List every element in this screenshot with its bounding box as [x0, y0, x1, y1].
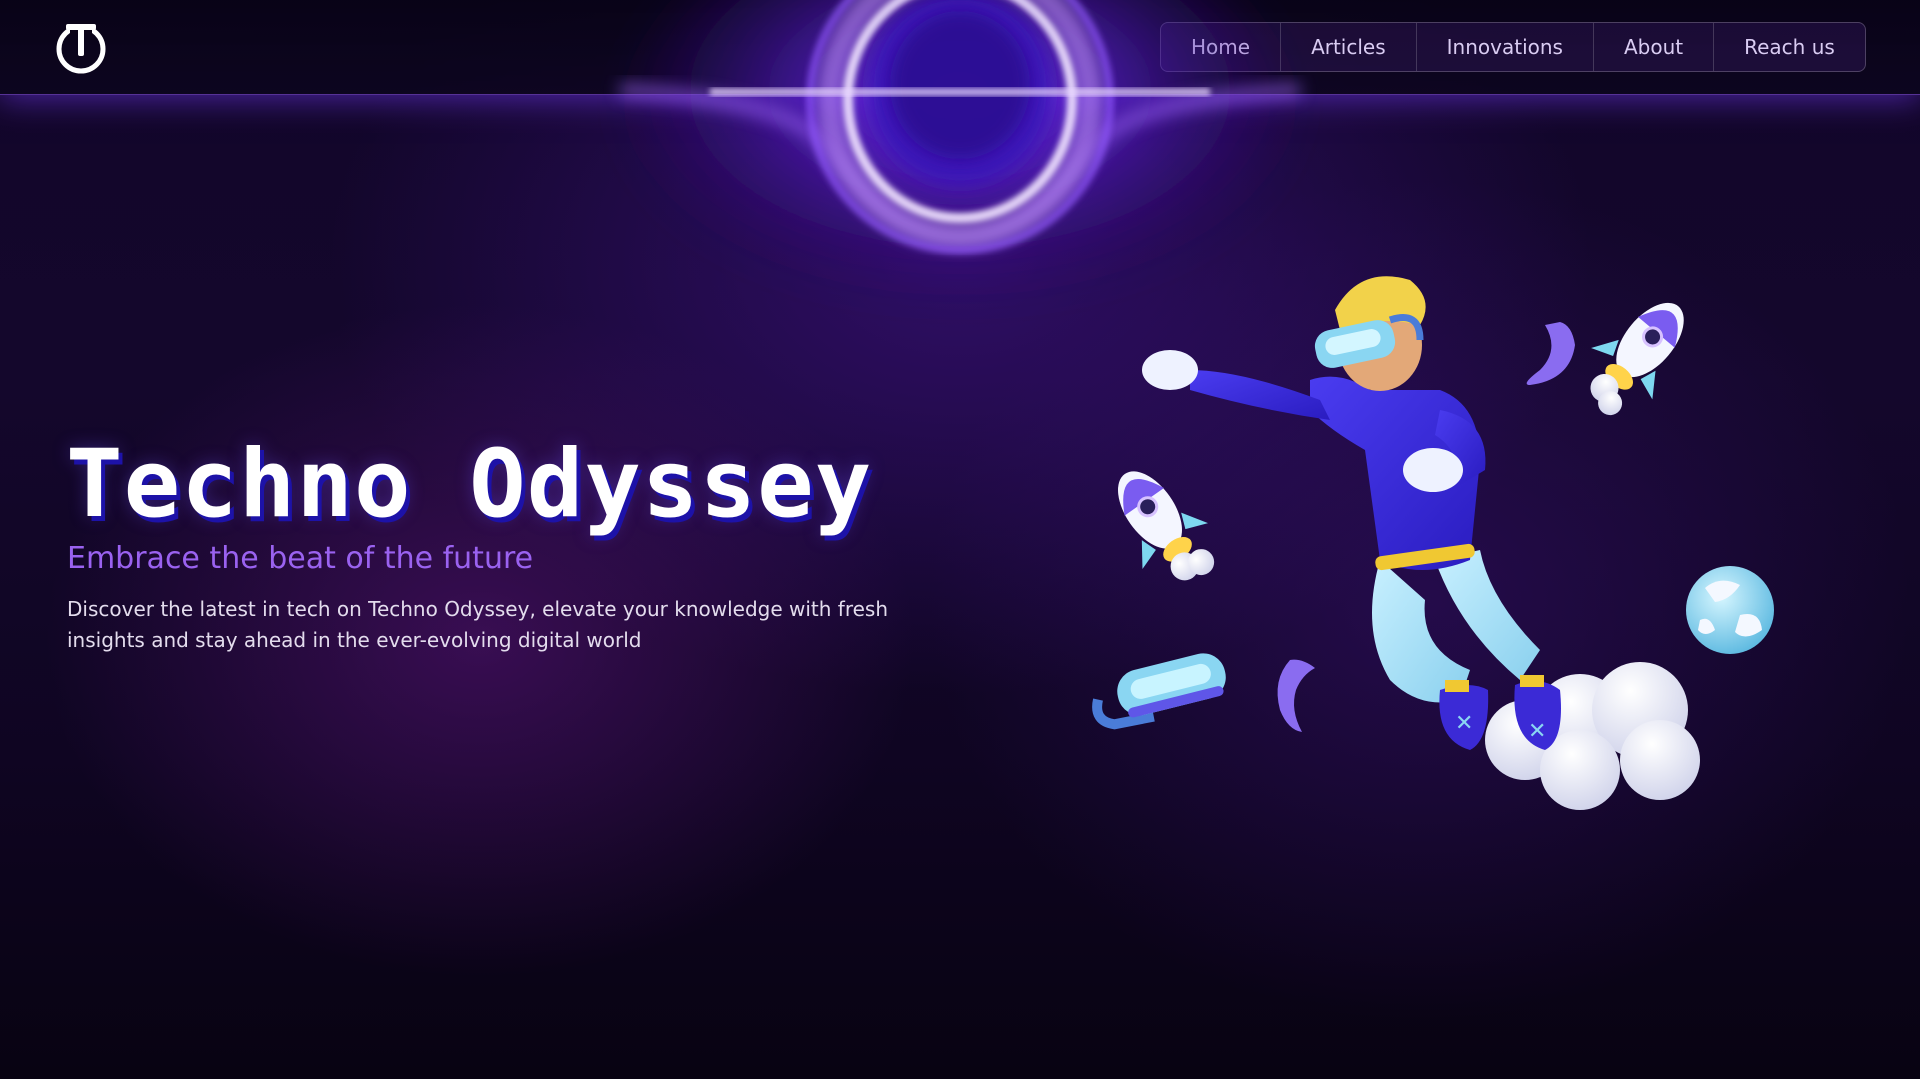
globe-icon [1686, 566, 1774, 654]
crescent-icon-bottom [1277, 659, 1315, 732]
hero-subtitle: Embrace the beat of the future [67, 541, 534, 576]
hero-description: Discover the latest in tech on Techno Od… [67, 597, 889, 652]
vr-headset-icon [1092, 653, 1226, 730]
svg-text:✕: ✕ [1528, 719, 1546, 744]
crescent-icon-top [1526, 322, 1575, 385]
vr-astronaut-flying-illustration: ✕ ✕ [1092, 276, 1774, 810]
nav-home[interactable]: Home [1161, 23, 1282, 71]
rocket-icon-left [1118, 471, 1215, 581]
hero-title: Techno Odyssey [66, 430, 873, 539]
rocket-icon-right [1590, 302, 1684, 416]
site-header: Home Articles Innovations About Reach us [0, 0, 1920, 95]
nav-innovations[interactable]: Innovations [1417, 23, 1594, 71]
power-t-logo-icon[interactable] [52, 18, 110, 76]
nav-articles[interactable]: Articles [1281, 23, 1417, 71]
main-nav: Home Articles Innovations About Reach us [1160, 22, 1866, 72]
landing-page: Home Articles Innovations About Reach us [0, 0, 1920, 1079]
nav-about[interactable]: About [1594, 23, 1715, 71]
svg-text:✕: ✕ [1455, 711, 1473, 736]
nav-reach-us[interactable]: Reach us [1714, 23, 1865, 71]
